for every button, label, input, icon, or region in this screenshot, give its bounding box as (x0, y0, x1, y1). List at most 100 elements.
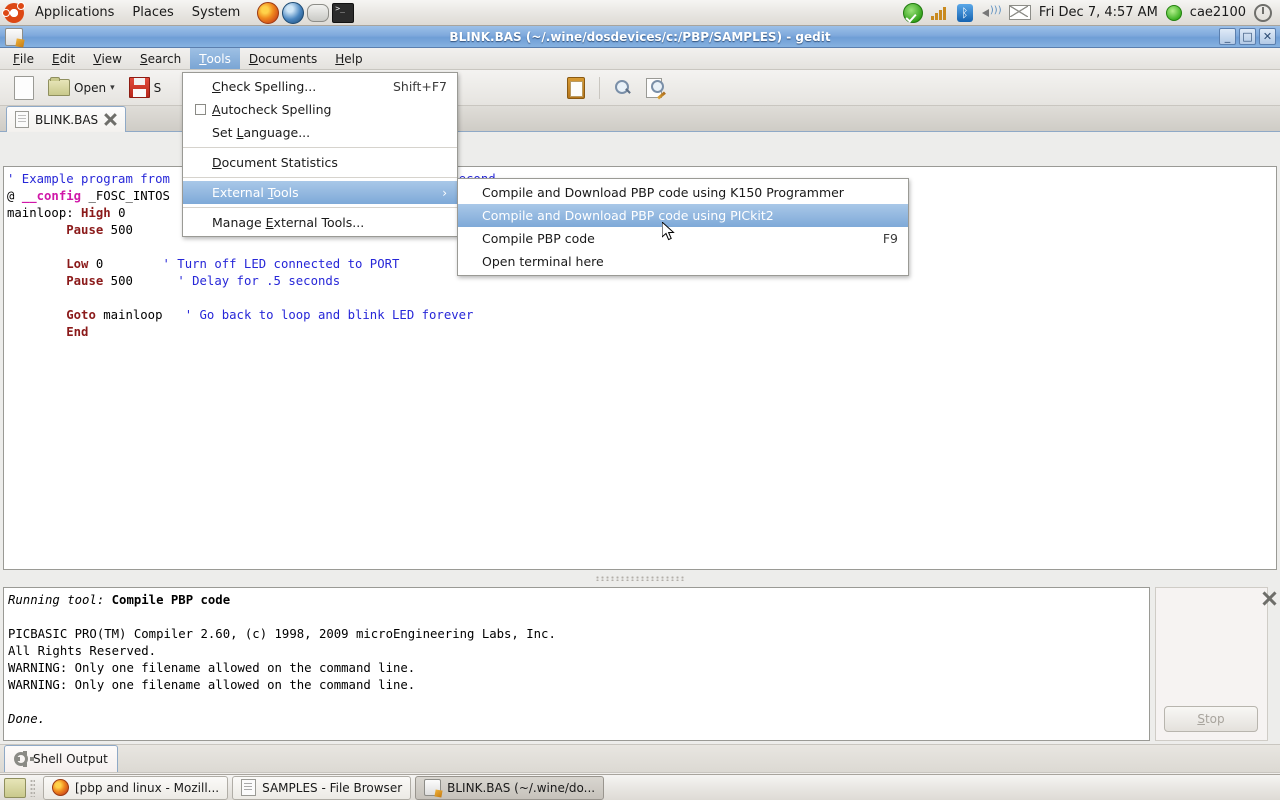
window-titlebar[interactable]: BLINK.BAS (~/.wine/dosdevices/c:/PBP/SAM… (0, 26, 1280, 48)
bottom-taskbar: [pbp and linux - Mozill... SAMPLES - Fil… (0, 774, 1280, 800)
firefox-icon[interactable] (257, 2, 279, 24)
thunderbird-icon[interactable] (282, 2, 304, 24)
shell-output-text[interactable]: Running tool: Compile PBP code PICBASIC … (3, 587, 1150, 741)
close-button[interactable]: ✕ (1259, 28, 1276, 45)
find-button[interactable] (608, 76, 638, 100)
menu-item-label: Manage External Tools... (212, 215, 447, 230)
splitter-grip[interactable] (595, 576, 685, 581)
code-line: End (7, 324, 1276, 341)
task-button-gedit[interactable]: BLINK.BAS (~/.wine/do... (415, 776, 604, 800)
replace-button[interactable] (640, 75, 672, 101)
code-token: _FOSC_INTOS (81, 189, 170, 203)
menu-file[interactable]: File (4, 48, 43, 69)
submenu-item-compile-and-download-pbp-code-using-k150-programmer[interactable]: Compile and Download PBP code using K150… (458, 181, 908, 204)
panel-tray: ᛒ Fri Dec 7, 4:57 AM cae2100 (903, 3, 1280, 23)
volume-icon[interactable] (981, 5, 1001, 21)
user-name[interactable]: cae2100 (1190, 5, 1246, 20)
tab-close-icon[interactable] (104, 113, 117, 126)
bluetooth-icon[interactable]: ᛒ (957, 4, 973, 22)
menu-documents-label: ocuments (258, 52, 317, 66)
replace-icon (646, 78, 666, 98)
panel-menu-applications[interactable]: Applications (27, 3, 122, 22)
menu-item-label: Check Spelling... (212, 79, 367, 94)
submenu-item-compile-and-download-pbp-code-using-pickit2[interactable]: Compile and Download PBP code using PICk… (458, 204, 908, 227)
mail-icon[interactable] (1009, 5, 1031, 20)
chevron-down-icon[interactable]: ▾ (110, 83, 115, 93)
menu-help-label: elp (344, 52, 362, 66)
code-line (7, 290, 1276, 307)
tab-shell-output[interactable]: Shell Output (4, 745, 118, 772)
code-token (163, 308, 185, 322)
menubar: File Edit View Search Tools Documents He… (0, 48, 1280, 70)
code-token: mainloop: (7, 206, 81, 220)
user-status-icon[interactable] (1166, 5, 1182, 21)
submenu-item-accelerator: F9 (857, 231, 898, 246)
submenu-item-open-terminal-here[interactable]: Open terminal here (458, 250, 908, 273)
open-button[interactable]: Open ▾ (42, 76, 121, 99)
menu-item-check-spelling[interactable]: Check Spelling...Shift+F7 (183, 75, 457, 98)
code-token (103, 257, 162, 271)
new-document-button[interactable] (8, 73, 40, 103)
shell-output-segment: Done. (8, 712, 45, 726)
menu-tools[interactable]: Tools (190, 48, 240, 69)
task-button-firefox[interactable]: [pbp and linux - Mozill... (43, 776, 228, 800)
menu-edit[interactable]: Edit (43, 48, 84, 69)
search-icon (614, 79, 632, 97)
menu-item-autocheck-spelling[interactable]: Autocheck Spelling (183, 98, 457, 121)
minimize-button[interactable]: _ (1219, 28, 1236, 45)
task-label: SAMPLES - File Browser (262, 781, 402, 795)
shell-output-segment: Compile PBP code (112, 593, 230, 607)
taskbar-grip[interactable] (30, 779, 35, 797)
tab-blink-bas[interactable]: BLINK.BAS (6, 106, 126, 132)
menu-documents[interactable]: Documents (240, 48, 326, 69)
shell-output-segment: Running tool: (8, 593, 112, 607)
gamepad-icon[interactable] (307, 4, 329, 22)
panel-splitter[interactable] (3, 573, 1277, 583)
task-button-file-browser[interactable]: SAMPLES - File Browser (232, 776, 411, 800)
panel-menu-places[interactable]: Places (124, 3, 181, 22)
submenu-item-compile-pbp-code[interactable]: Compile PBP codeF9 (458, 227, 908, 250)
file-browser-icon (241, 779, 256, 796)
update-ok-icon[interactable] (903, 3, 923, 23)
menu-item-document-statistics[interactable]: Document Statistics (183, 151, 457, 174)
code-token (7, 274, 66, 288)
menu-item-manage-external-tools[interactable]: Manage External Tools... (183, 211, 457, 234)
code-token: ' Go back to loop and blink LED forever (185, 308, 474, 322)
save-button[interactable]: S (123, 74, 168, 101)
menu-help[interactable]: Help (326, 48, 371, 69)
open-button-label: Open (74, 81, 106, 95)
gear-icon (14, 752, 28, 766)
power-icon[interactable] (1254, 4, 1272, 22)
panel-close-icon[interactable] (1262, 591, 1276, 605)
chevron-right-icon: › (442, 186, 447, 200)
panel-menu-system[interactable]: System (184, 3, 248, 22)
paste-button[interactable] (561, 74, 591, 102)
menu-item-label: Set Language... (212, 125, 447, 140)
menu-item-set-language[interactable]: Set Language... (183, 121, 457, 144)
tools-menu-popup[interactable]: Check Spelling...Shift+F7Autocheck Spell… (182, 72, 458, 237)
show-desktop-icon[interactable] (4, 778, 26, 798)
menu-tools-label: ools (207, 52, 231, 66)
menu-view[interactable]: View (84, 48, 131, 69)
signal-icon[interactable] (931, 6, 949, 20)
code-token: Goto (66, 308, 96, 322)
folder-open-icon (48, 79, 70, 96)
menu-item-external-tools[interactable]: External Tools› (183, 181, 457, 204)
toolbar-separator (599, 77, 600, 99)
code-token: ' Example program from (7, 172, 170, 186)
close-icon: ✕ (1260, 29, 1275, 44)
code-token: Pause (66, 223, 103, 237)
menu-search[interactable]: Search (131, 48, 190, 69)
external-tools-submenu-popup[interactable]: Compile and Download PBP code using K150… (457, 178, 909, 276)
terminal-icon[interactable] (332, 3, 354, 23)
menu-view-label: iew (101, 52, 122, 66)
checkbox-icon[interactable] (195, 104, 206, 115)
code-token (7, 308, 66, 322)
maximize-button[interactable]: □ (1239, 28, 1256, 45)
clock[interactable]: Fri Dec 7, 4:57 AM (1039, 5, 1158, 20)
code-token: Low (66, 257, 88, 271)
new-document-icon (14, 76, 34, 100)
ubuntu-logo-icon[interactable] (4, 3, 24, 23)
menu-file-label: ile (20, 52, 34, 66)
stop-button[interactable]: Stop (1164, 706, 1258, 732)
